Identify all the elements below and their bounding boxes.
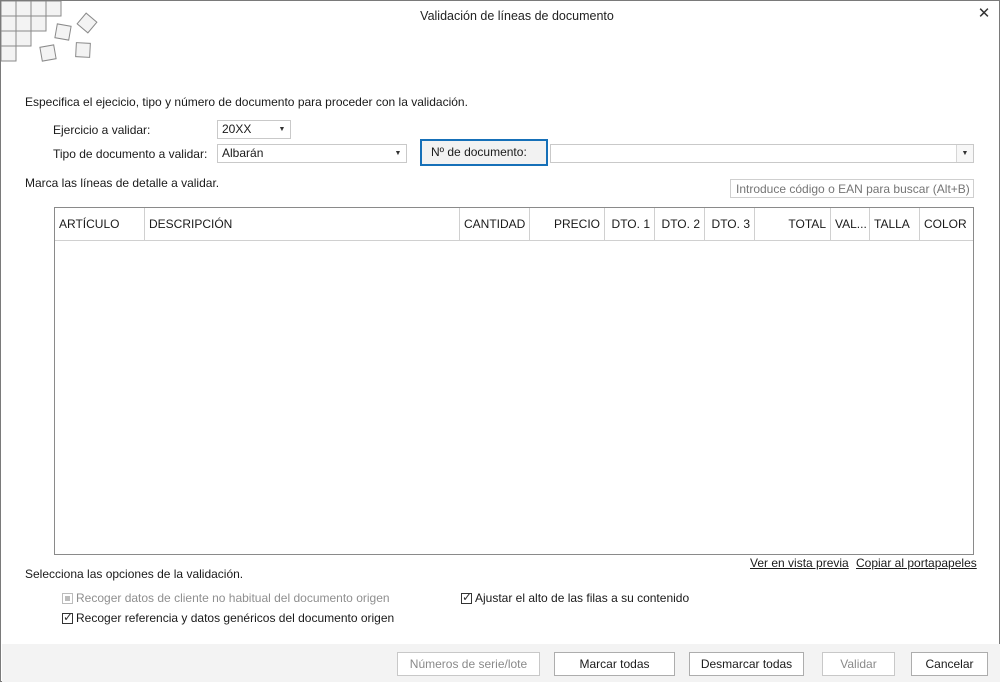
copy-clipboard-link[interactable]: Copiar al portapapeles <box>856 556 977 570</box>
option-ajustar-alto[interactable]: ✓ Ajustar el alto de las filas a su cont… <box>461 589 690 605</box>
column-header-talla[interactable]: TALLA <box>870 208 920 240</box>
column-header-dto2[interactable]: DTO. 2 <box>655 208 705 240</box>
check-icon: ✓ <box>462 589 473 604</box>
option-cliente-no-habitual[interactable]: Recoger datos de cliente no habitual del… <box>62 591 390 605</box>
serial-lote-button[interactable]: Números de serie/lote <box>397 652 540 676</box>
lines-label: Marca las líneas de detalle a validar. <box>25 176 220 190</box>
ejercicio-select[interactable]: 20XX ▼ <box>217 120 291 139</box>
ejercicio-label: Ejercicio a validar: <box>53 123 151 137</box>
option-referencia-genericos[interactable]: ✓ Recoger referencia y datos genéricos d… <box>62 609 395 625</box>
dialog-title: Validación de líneas de documento <box>420 9 614 23</box>
column-header-cantidad[interactable]: CANTIDAD <box>460 208 530 240</box>
lines-grid[interactable]: ARTÍCULO DESCRIPCIÓN CANTIDAD PRECIO DTO… <box>54 207 974 555</box>
column-header-articulo[interactable]: ARTÍCULO <box>55 208 145 240</box>
tipo-value: Albarán <box>222 146 264 160</box>
chevron-down-icon[interactable]: ▼ <box>274 121 290 138</box>
column-header-dto1[interactable]: DTO. 1 <box>605 208 655 240</box>
intro-text: Especifica el ejecicio, tipo y número de… <box>25 95 468 109</box>
column-header-precio[interactable]: PRECIO <box>530 208 605 240</box>
chevron-down-icon[interactable]: ▼ <box>956 145 973 162</box>
preview-link[interactable]: Ver en vista previa <box>750 556 849 570</box>
dialog-window: Validación de líneas de documento ✕ Espe… <box>0 0 1000 682</box>
mark-all-button[interactable]: Marcar todas <box>554 652 675 676</box>
options-title: Selecciona las opciones de la validación… <box>25 567 244 581</box>
validate-button[interactable]: Validar <box>822 652 895 676</box>
option-label: Ajustar el alto de las filas a su conten… <box>475 591 690 605</box>
column-header-val[interactable]: VAL... <box>831 208 870 240</box>
checkbox-checked[interactable]: ✓ <box>461 589 473 604</box>
chevron-down-icon[interactable]: ▼ <box>390 145 406 162</box>
grid-header: ARTÍCULO DESCRIPCIÓN CANTIDAD PRECIO DTO… <box>55 208 973 241</box>
tipo-label: Tipo de documento a validar: <box>53 147 208 161</box>
column-header-dto3[interactable]: DTO. 3 <box>705 208 755 240</box>
check-icon: ✓ <box>63 609 74 624</box>
column-header-color[interactable]: COLOR <box>920 208 973 240</box>
cancel-button[interactable]: Cancelar <box>911 652 988 676</box>
search-input[interactable] <box>730 179 974 198</box>
numero-documento-button[interactable]: Nº de documento: <box>420 139 548 166</box>
column-header-descripcion[interactable]: DESCRIPCIÓN <box>145 208 460 240</box>
unmark-all-button[interactable]: Desmarcar todas <box>689 652 804 676</box>
close-icon[interactable]: ✕ <box>973 4 995 24</box>
tipo-documento-select[interactable]: Albarán ▼ <box>217 144 407 163</box>
ejercicio-value: 20XX <box>222 122 252 136</box>
option-label: Recoger datos de cliente no habitual del… <box>76 591 390 605</box>
option-label: Recoger referencia y datos genéricos del… <box>76 611 395 625</box>
checkbox-checked[interactable]: ✓ <box>62 609 74 624</box>
numero-documento-select[interactable]: ▼ <box>550 144 974 163</box>
checkbox-disabled[interactable] <box>62 592 73 604</box>
column-header-total[interactable]: TOTAL <box>755 208 831 240</box>
